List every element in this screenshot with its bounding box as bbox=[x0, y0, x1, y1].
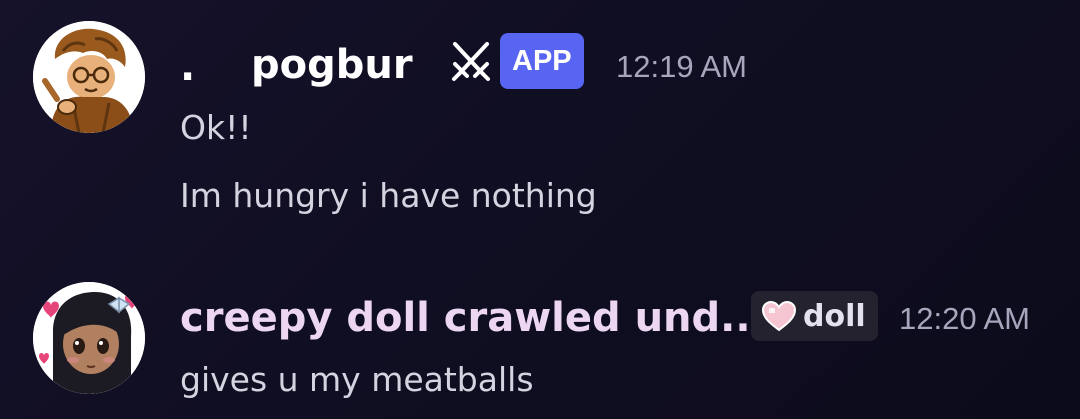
crossed-swords-icon bbox=[451, 40, 491, 86]
role-tag-label: doll bbox=[803, 298, 866, 334]
doll-avatar-icon bbox=[33, 282, 145, 394]
pink-heart-icon bbox=[761, 300, 797, 332]
message-timestamp[interactable]: 12:19 AM bbox=[616, 47, 747, 87]
message-timestamp[interactable]: 12:20 AM bbox=[899, 299, 1030, 339]
role-tag: doll bbox=[751, 291, 878, 341]
user-avatar-doll[interactable] bbox=[33, 282, 145, 394]
character-avatar-icon bbox=[33, 21, 145, 133]
message-text: gives u my meatballs bbox=[180, 360, 534, 399]
app-badge: APP bbox=[500, 33, 584, 89]
username-pogbur[interactable]: pogbur bbox=[251, 41, 413, 89]
message-text: Ok!! bbox=[180, 108, 252, 147]
username-doll[interactable]: creepy doll crawled und... bbox=[180, 294, 766, 342]
message-text: Im hungry i have nothing bbox=[180, 176, 597, 215]
username-prefix[interactable]: . bbox=[180, 43, 195, 91]
user-avatar-pogbur[interactable] bbox=[33, 21, 145, 133]
